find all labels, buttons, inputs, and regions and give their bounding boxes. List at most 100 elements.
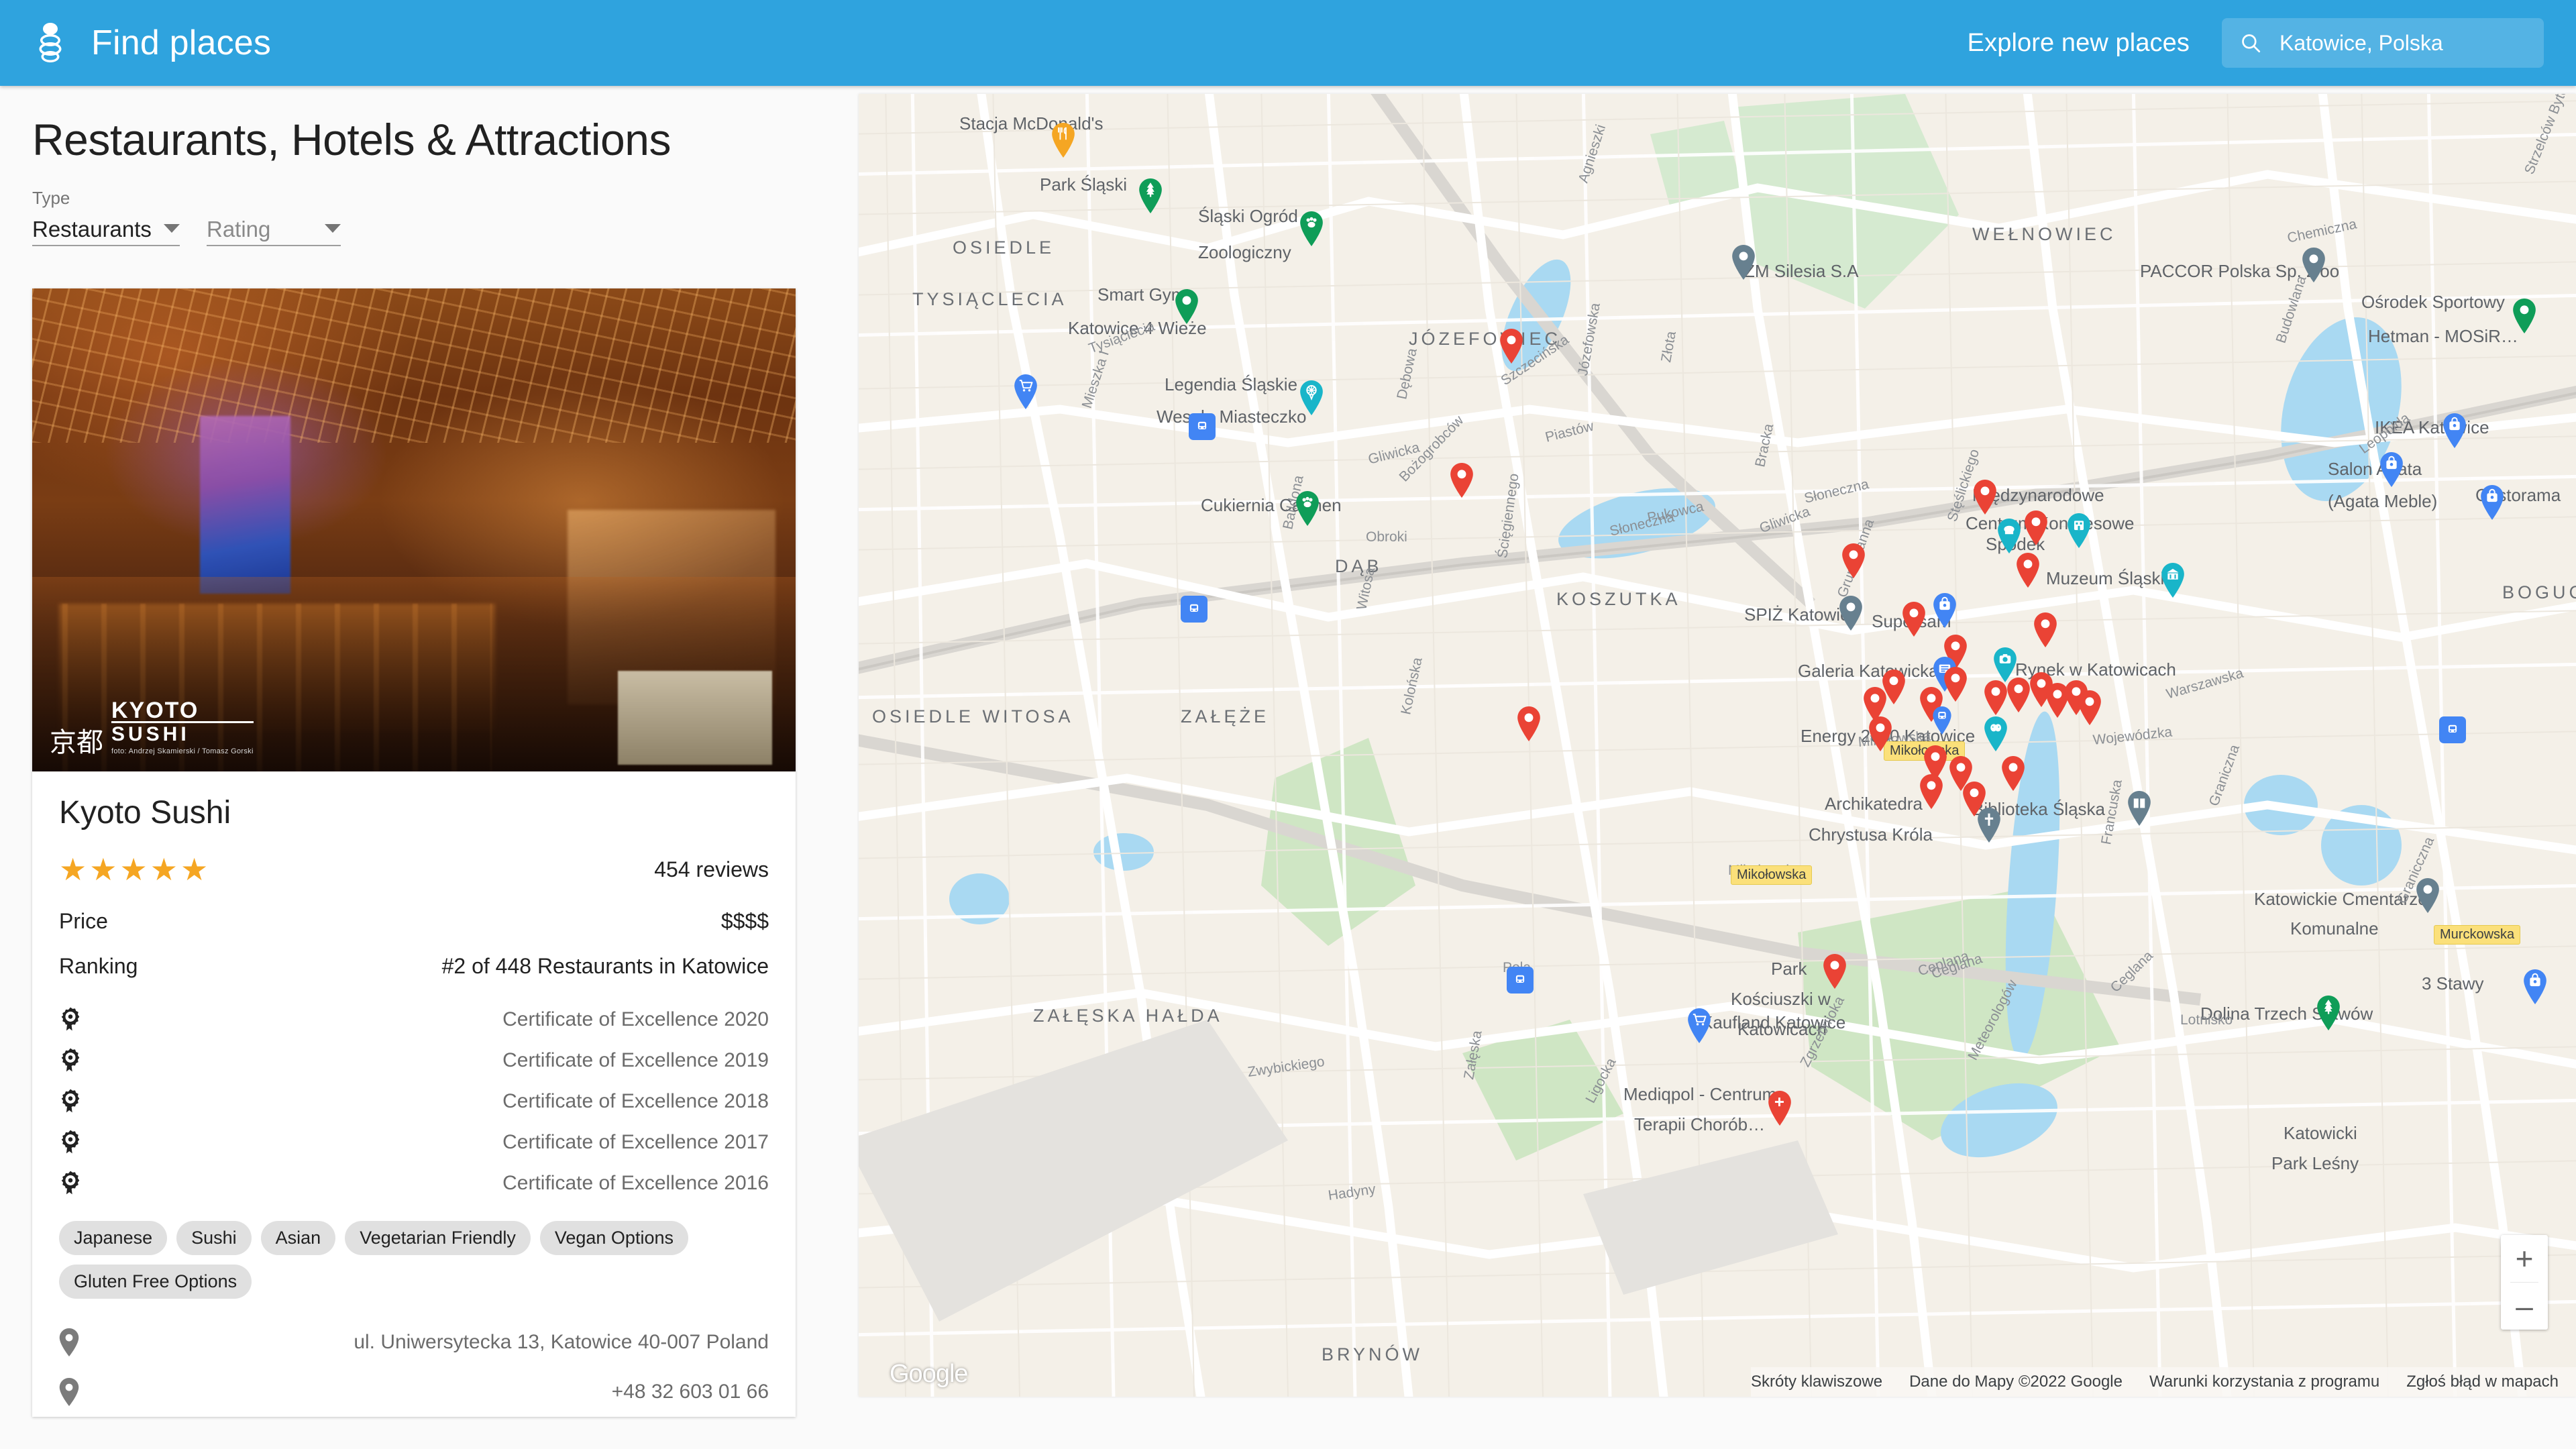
brand[interactable]: Find places: [28, 21, 271, 65]
map-marker-restaurant[interactable]: [1868, 716, 1893, 752]
map-marker-landmark[interactable]: [1996, 519, 2022, 554]
map-marker-transit[interactable]: [1507, 967, 1534, 994]
map-marker-business[interactable]: [1838, 595, 1864, 631]
dot-icon: [1500, 328, 1523, 364]
map-viewport[interactable]: OSIEDLE TYSIĄCLECIA WEŁNOWIEC JÓZEFOWIEC KOS…: [859, 94, 2576, 1397]
logo-sushi: SUSHI: [111, 721, 254, 745]
map-marker-attraction[interactable]: [1299, 380, 1324, 416]
map-marker-zoo[interactable]: [1295, 491, 1320, 527]
zoom-in-button[interactable]: +: [2501, 1235, 2548, 1282]
map-marker-hospital[interactable]: [1767, 1090, 1792, 1126]
map-canvas[interactable]: OSIEDLE TYSIĄCLECIA WEŁNOWIEC JÓZEFOWIEC KOS…: [859, 94, 2576, 1397]
map-marker-restaurant[interactable]: [1972, 479, 1998, 515]
contact-row[interactable]: +48 32 603 01 66: [59, 1367, 769, 1417]
restaurant-icon: [1052, 122, 1075, 158]
building-icon: [2068, 513, 2090, 549]
map-marker-restaurant[interactable]: [1841, 543, 1866, 578]
map-marker-shop[interactable]: [1686, 1008, 1712, 1044]
map-marker-gym[interactable]: [1174, 289, 1199, 325]
detail-row: Price $$$$: [59, 909, 769, 934]
app-bar: Find places Explore new places: [0, 0, 2576, 86]
tag-chip[interactable]: Vegan Options: [539, 1221, 688, 1255]
map-footer-link[interactable]: Zgłoś błąd w mapach: [2406, 1373, 2559, 1391]
map-marker-landmark[interactable]: [2066, 513, 2092, 549]
map-marker-shop[interactable]: [1932, 592, 1957, 628]
dot-icon: [1175, 289, 1198, 325]
map-marker-business[interactable]: [2415, 878, 2440, 914]
map-marker-restaurant[interactable]: [1901, 602, 1927, 637]
map-marker-park[interactable]: [1138, 178, 1163, 214]
star-icon: ★: [89, 852, 117, 887]
map-marker-restaurant[interactable]: [2023, 511, 2049, 546]
map-footer-link[interactable]: Warunki korzystania z programu: [2149, 1373, 2379, 1391]
tag-chip[interactable]: Asian: [260, 1221, 336, 1255]
map-marker-restaurant[interactable]: [1983, 680, 2008, 715]
map-marker-park[interactable]: [2512, 298, 2537, 333]
map-marker-business[interactable]: [2301, 248, 2326, 283]
tag-chip[interactable]: Japanese: [59, 1221, 168, 1255]
tag-chip[interactable]: Sushi: [176, 1221, 252, 1255]
map-marker-restaurant[interactable]: [2000, 755, 2026, 791]
map-marker-restaurant[interactable]: [1516, 706, 1542, 741]
map-marker-park[interactable]: [2316, 995, 2341, 1030]
map-marker-landmark[interactable]: [1976, 808, 2002, 843]
map-marker-shop[interactable]: [1932, 706, 1952, 735]
map-marker-landmark[interactable]: [1983, 716, 2008, 752]
bag-icon: [2481, 484, 2504, 520]
left-panel: Restaurants, Hotels & Attractions Type R…: [0, 86, 859, 1449]
map-marker-restaurant[interactable]: [2033, 612, 2058, 647]
tag-chip[interactable]: Gluten Free Options: [59, 1265, 252, 1299]
map-marker-shop[interactable]: [2379, 452, 2404, 488]
rating-select-value: Rating: [207, 217, 271, 241]
tag-chip[interactable]: Vegetarian Friendly: [345, 1221, 531, 1255]
search-input[interactable]: [2279, 30, 2521, 56]
ferris-icon: [1300, 380, 1323, 416]
certificate-label: Certificate of Excellence 2017: [502, 1130, 769, 1153]
map-marker-transit[interactable]: [1189, 413, 1216, 440]
phone-pin-icon: [59, 1378, 79, 1406]
map-marker-shop[interactable]: [2479, 484, 2505, 520]
rating-filter[interactable]: Rating: [207, 214, 341, 246]
zoom-out-button[interactable]: –: [2501, 1283, 2548, 1330]
type-filter[interactable]: Type Restaurants: [32, 188, 180, 246]
search-box[interactable]: [2222, 18, 2544, 68]
train-icon: [1189, 604, 1199, 612]
map-marker-zoo[interactable]: [1299, 211, 1324, 246]
rating-select[interactable]: Rating: [207, 214, 341, 246]
contact-row[interactable]: ul. Uniwersytecka 13, Katowice 40-007 Po…: [59, 1318, 769, 1367]
detail-row: Ranking #2 of 448 Restaurants in Katowic…: [59, 954, 769, 979]
dot-icon: [2002, 755, 2025, 791]
dot-icon: [1920, 773, 1943, 809]
map-marker-restaurant[interactable]: [1499, 328, 1524, 364]
place-card[interactable]: 京都 KYOTO SUSHI foto: Andrzej Skamierski …: [32, 288, 796, 1417]
map-marker-restaurant[interactable]: [2015, 552, 2041, 588]
map-marker-restaurant[interactable]: [1919, 773, 1944, 809]
map-marker-library[interactable]: [2127, 790, 2152, 826]
dot-icon: [2034, 612, 2057, 647]
map-marker-restaurant[interactable]: [1449, 462, 1474, 498]
map-marker-restaurant[interactable]: [2006, 678, 2031, 713]
map-marker-transit[interactable]: [2439, 716, 2466, 744]
map-marker-transit[interactable]: [1181, 595, 1208, 623]
map-marker-restaurant[interactable]: [2077, 690, 2102, 726]
award-icon: [59, 1088, 82, 1115]
zoom-controls[interactable]: + –: [2501, 1235, 2548, 1330]
map-marker-shop[interactable]: [2442, 413, 2467, 448]
map-marker-food[interactable]: [1051, 122, 1076, 158]
paw-icon: [1296, 491, 1319, 527]
explore-new-places-link[interactable]: Explore new places: [1968, 29, 2190, 58]
type-select[interactable]: Restaurants: [32, 214, 180, 246]
map-marker-museum[interactable]: [2160, 563, 2186, 598]
map-marker-shop[interactable]: [1013, 374, 1038, 409]
award-icon: [59, 1129, 82, 1156]
certificate-row: Certificate of Excellence 2020: [59, 999, 769, 1040]
map-marker-shop[interactable]: [2522, 969, 2548, 1005]
map-marker-restaurant[interactable]: [1822, 953, 1847, 989]
photo-ceiling-texture: [32, 288, 796, 443]
map-footer-link[interactable]: Dane do Mapy ©2022 Google: [1909, 1373, 2123, 1391]
map-marker-restaurant[interactable]: [1943, 667, 1968, 702]
dot-icon: [2302, 248, 2325, 283]
map-marker-business[interactable]: [1731, 245, 1756, 280]
map-footer-link[interactable]: Skróty klawiszowe: [1751, 1373, 1882, 1391]
chevron-down-icon: [325, 223, 341, 233]
